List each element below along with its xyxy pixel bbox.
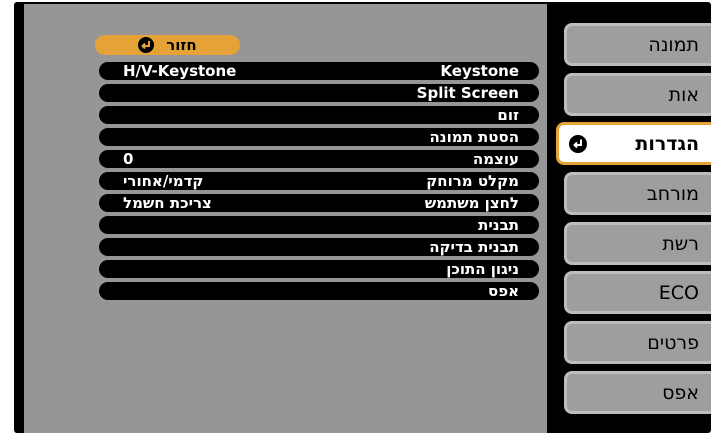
row-label: מקלט מרוחק [426, 172, 519, 190]
menu-item-info[interactable]: פרטים [564, 321, 711, 364]
row-label: לחצן משתמש [424, 194, 519, 212]
row-zoom[interactable]: זום [99, 106, 539, 124]
back-label: חזור [166, 36, 197, 54]
main-menu: תמונה אות הגדרות מורחב רשת ECO פרטים אפס [552, 2, 711, 433]
row-test-pattern[interactable]: תבנית בדיקה [99, 238, 539, 256]
row-pattern[interactable]: תבנית [99, 216, 539, 234]
row-volume[interactable]: עוצמה 0 [99, 150, 539, 168]
row-label: תבנית [478, 216, 519, 234]
menu-item-label: תמונה [648, 33, 699, 56]
menu-item-label: רשת [662, 232, 699, 255]
menu-item-image[interactable]: תמונה [564, 23, 711, 66]
row-image-shift[interactable]: הסטת תמונה [99, 128, 539, 146]
row-value: H/V-Keystone [123, 62, 237, 80]
menu-item-extended[interactable]: מורחב [564, 172, 711, 215]
row-value: 0 [123, 150, 134, 168]
menu-item-label: מורחב [646, 182, 699, 205]
menu-item-network[interactable]: רשת [564, 222, 711, 265]
row-value: קדמי/אחורי [123, 172, 204, 190]
row-label: ניגון התוכן [446, 260, 519, 278]
row-label: זום [497, 106, 519, 124]
row-value: צריכת חשמל [123, 194, 212, 212]
row-reset[interactable]: אפס [99, 282, 539, 300]
row-remote-receiver[interactable]: מקלט מרוחק קדמי/אחורי [99, 172, 539, 190]
row-label: עוצמה [472, 150, 519, 168]
back-button[interactable]: חזור [95, 35, 240, 55]
row-label: תבנית בדיקה [429, 238, 519, 256]
row-split-screen[interactable]: Split Screen [99, 84, 539, 102]
menu-item-label: אפס [662, 381, 699, 404]
row-label: הסטת תמונה [429, 128, 519, 146]
menu-item-label: אות [668, 83, 699, 106]
row-label: אפס [488, 282, 519, 300]
submenu-panel: חזור Keystone H/V-Keystone Split Screen … [24, 4, 547, 433]
row-content-playback[interactable]: ניגון התוכן [99, 260, 539, 278]
row-label: Split Screen [416, 84, 519, 102]
menu-item-settings[interactable]: הגדרות [556, 122, 711, 165]
menu-item-label: ECO [658, 281, 699, 304]
menu-item-label: הגדרות [635, 132, 699, 155]
row-user-button[interactable]: לחצן משתמש צריכת חשמל [99, 194, 539, 212]
enter-icon [569, 134, 587, 153]
menu-item-reset[interactable]: אפס [564, 371, 711, 414]
row-label: Keystone [440, 62, 519, 80]
menu-item-label: פרטים [647, 331, 699, 354]
menu-item-signal[interactable]: אות [564, 73, 711, 116]
enter-icon [138, 37, 155, 53]
row-keystone[interactable]: Keystone H/V-Keystone [99, 62, 539, 80]
menu-item-eco[interactable]: ECO [564, 271, 711, 314]
projector-menu-panel: חזור Keystone H/V-Keystone Split Screen … [14, 2, 711, 433]
